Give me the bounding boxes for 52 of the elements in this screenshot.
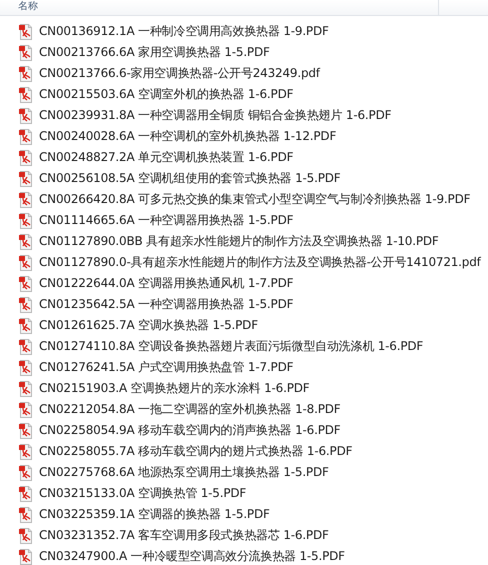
file-name[interactable]: CN00256108.5A 空调机组使用的套管式换热器 1-5.PDF (39, 170, 341, 187)
pdf-file-icon (18, 254, 34, 270)
file-name[interactable]: CN00213766.6-家用空调换热器-公开号243249.pdf (39, 65, 320, 82)
pdf-file-icon (18, 464, 34, 480)
pdf-file-icon (18, 528, 34, 544)
file-name[interactable]: CN01235642.5A 一种空调器用换热器 1-5.PDF (39, 296, 294, 313)
file-name[interactable]: CN02212054.8A 一拖二空调器的室外机换热器 1-8.PDF (39, 401, 341, 418)
file-name[interactable]: CN01222644.0A 空调器用换热通风机 1-7.PDF (39, 275, 294, 292)
file-name[interactable]: CN02151903.A 空调换热翅片的亲水涂料 1-6.PDF (39, 380, 310, 397)
pdf-file-icon (18, 150, 34, 166)
file-name[interactable]: CN02258054.9A 移动车载空调内的消声换热器 1-6.PDF (39, 422, 341, 439)
pdf-file-icon (18, 318, 34, 334)
file-name[interactable]: CN01274110.8A 空调设备换热器翅片表面污垢微型自动洗涤机 1-6.PDF (39, 338, 424, 355)
file-name[interactable]: CN01114665.6A 一种空调器用换热器 1-5.PDF (39, 212, 294, 229)
pdf-file-icon (18, 86, 34, 102)
pdf-file-icon (18, 422, 34, 438)
pdf-file-icon (18, 234, 34, 250)
file-name[interactable]: CN01127890.0-具有超亲水性能翅片的制作方法及空调换热器-公开号1410721.pdf (39, 254, 481, 271)
pdf-file-icon (18, 192, 34, 208)
file-name[interactable]: CN03231352.7A 客车空调用多段式换热器芯 1-6.PDF (39, 527, 329, 544)
pdf-file-icon (18, 170, 34, 186)
file-name[interactable]: CN00266420.8A 可多元热交换的集束管式小型空调空气与制冷剂换热器 1-9.PDF (39, 191, 470, 208)
file-name[interactable]: CN00239931.8A 一种空调器用全铜质 铜铝合金换热翅片 1-6.PDF (39, 107, 392, 124)
file-name[interactable]: CN01261625.7A 空调水换热器 1-5.PDF (39, 317, 258, 334)
file-name[interactable]: CN03225359.1A 空调器的换热器 1-5.PDF (39, 506, 270, 523)
pdf-file-icon (18, 506, 34, 522)
pdf-file-icon (18, 24, 34, 40)
pdf-file-icon (18, 338, 34, 354)
pdf-file-icon (18, 402, 34, 418)
file-name[interactable]: CN01276241.5A 户式空调用换热盘管 1-7.PDF (39, 359, 294, 376)
file-name[interactable]: CN00215503.6A 空调室外机的换热器 1-6.PDF (39, 86, 294, 103)
pdf-file-icon (18, 296, 34, 312)
file-name[interactable]: CN01127890.0BB 具有超亲水性能翅片的制作方法及空调换热器 1-10.PDF (39, 233, 439, 250)
file-name[interactable]: CN00213766.6A 家用空调换热器 1-5.PDF (39, 44, 270, 61)
pdf-file-icon (18, 44, 34, 60)
file-name[interactable]: CN03215133.0A 空调换热管 1-5.PDF (39, 485, 246, 502)
file-name[interactable]: CN03247900.A 一种冷暖型空调高效分流换热器 1-5.PDF (39, 548, 345, 565)
file-name[interactable]: CN00248827.2A 单元空调机换热装置 1-6.PDF (39, 149, 294, 166)
pdf-file-icon (18, 360, 34, 376)
pdf-file-icon (18, 128, 34, 144)
pdf-file-icon (18, 486, 34, 502)
pdf-file-icon (18, 380, 34, 396)
pdf-file-icon (18, 66, 34, 82)
file-name[interactable]: CN00136912.1A 一种制冷空调用高效换热器 1-9.PDF (39, 23, 329, 40)
pdf-file-icon (18, 212, 34, 228)
pdf-file-icon (18, 548, 34, 564)
file-name[interactable]: CN00240028.6A 一种空调机的室外机换热器 1-12.PDF (39, 128, 336, 145)
pdf-file-icon (18, 108, 34, 124)
pdf-file-icon (18, 444, 34, 460)
file-name[interactable]: CN02258055.7A 移动车载空调内的翅片式换热器 1-6.PDF (39, 443, 352, 460)
file-name[interactable]: CN02275768.6A 地源热泵空调用土壤换热器 1-5.PDF (39, 464, 329, 481)
pdf-file-icon (18, 276, 34, 292)
